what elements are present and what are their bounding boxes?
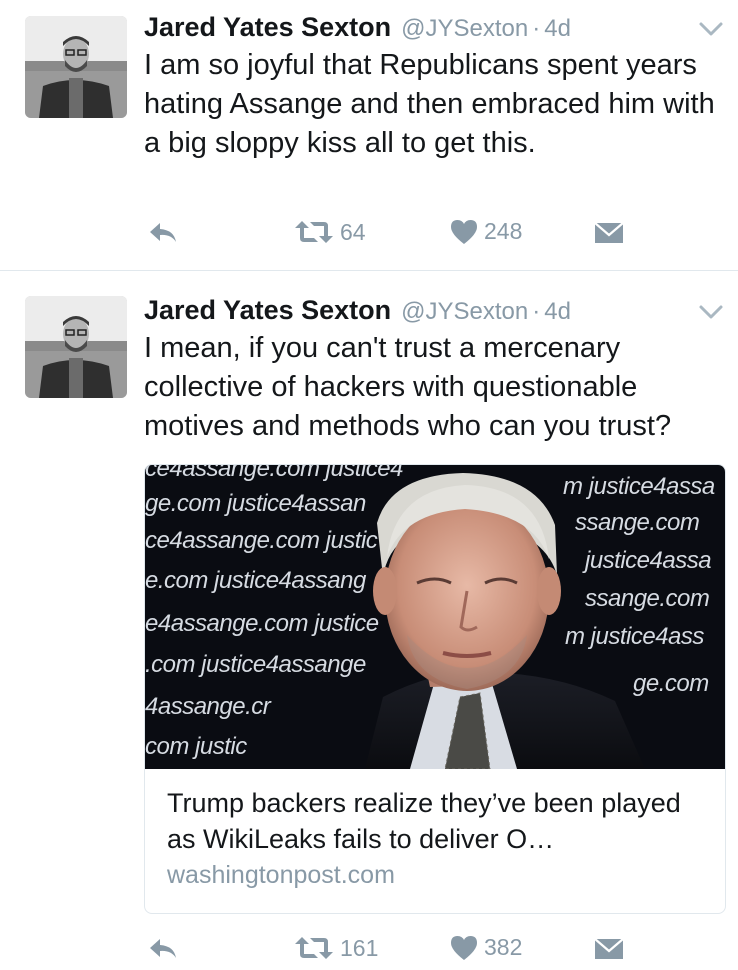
reply-button[interactable] <box>147 936 179 962</box>
tweet-divider <box>0 270 738 271</box>
tweet-header: Jared Yates Sexton @JYSexton · 4d <box>144 12 571 48</box>
like-count: 248 <box>484 218 523 244</box>
like-button[interactable]: 382 <box>450 934 522 961</box>
tweet-text: I am so joyful that Republicans spent ye… <box>144 49 715 159</box>
avatar[interactable] <box>25 296 127 398</box>
retweet-icon <box>295 221 333 243</box>
tweet-header: Jared Yates Sexton @JYSexton · 4d <box>144 295 571 331</box>
retweet-button[interactable]: 161 <box>294 934 378 962</box>
timestamp[interactable]: 4d <box>544 298 571 326</box>
retweet-icon <box>295 937 333 959</box>
retweet-button[interactable]: 64 <box>294 218 366 246</box>
direct-message-button[interactable] <box>594 222 624 244</box>
avatar[interactable] <box>25 16 127 118</box>
reply-icon <box>150 939 176 958</box>
card-image: ce4assange.com justice4 ge.com justice4a… <box>145 465 725 769</box>
chevron-down-icon[interactable] <box>698 20 724 38</box>
retweet-count: 161 <box>340 934 379 961</box>
card-title[interactable]: Trump backers realize they’ve been playe… <box>167 785 707 857</box>
tweet[interactable]: Jared Yates Sexton @JYSexton · 4d I am s… <box>0 12 738 270</box>
envelope-icon <box>594 938 624 959</box>
reply-icon <box>150 223 176 242</box>
author-handle[interactable]: @JYSexton <box>401 298 528 326</box>
link-card[interactable]: ce4assange.com justice4 ge.com justice4a… <box>144 464 726 914</box>
separator: · <box>532 15 541 42</box>
avatar-image <box>25 296 127 398</box>
retweet-count: 64 <box>340 218 366 245</box>
separator: · <box>532 298 541 325</box>
tweet-text: I mean, if you can't trust a mercenary c… <box>144 332 672 442</box>
avatar-image <box>25 16 127 118</box>
author-name[interactable]: Jared Yates Sexton <box>144 12 391 43</box>
envelope-icon <box>594 222 624 243</box>
portrait-photo <box>365 473 645 769</box>
heart-icon <box>451 219 477 244</box>
like-count: 382 <box>484 934 523 960</box>
chevron-down-icon[interactable] <box>698 303 724 321</box>
author-name[interactable]: Jared Yates Sexton <box>144 295 391 326</box>
reply-button[interactable] <box>147 220 179 246</box>
tweet-actions: 161 382 <box>0 932 738 970</box>
card-domain: washingtonpost.com <box>167 861 395 889</box>
author-handle[interactable]: @JYSexton <box>401 15 528 43</box>
heart-icon <box>451 935 477 960</box>
direct-message-button[interactable] <box>594 938 624 960</box>
like-button[interactable]: 248 <box>450 218 522 245</box>
tweet-actions: 64 248 <box>0 216 738 256</box>
timestamp[interactable]: 4d <box>544 15 571 43</box>
